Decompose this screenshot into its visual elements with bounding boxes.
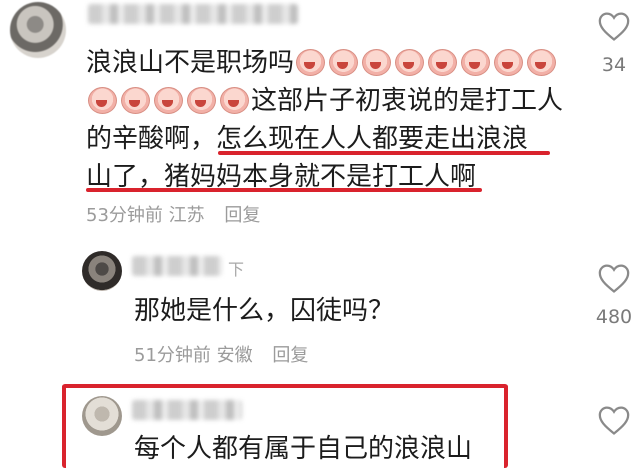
crying-face-emoji-icon [426, 46, 458, 76]
crying-face-emoji-icon [393, 46, 425, 76]
crying-face-emoji-icon [294, 46, 326, 76]
highlight-underline [218, 151, 550, 155]
avatar[interactable] [10, 2, 66, 58]
heart-outline-icon[interactable] [597, 404, 631, 436]
username-blurred[interactable] [132, 256, 222, 276]
heart-outline-icon[interactable] [597, 10, 631, 42]
emoji-group [86, 86, 251, 116]
crying-face-emoji-icon [459, 46, 491, 76]
crying-face-emoji-icon [327, 46, 359, 76]
crying-face-emoji-icon [86, 84, 118, 114]
avatar[interactable] [82, 251, 122, 291]
crying-face-emoji-icon [152, 84, 184, 114]
comment-text: 那她是什么，囚徒吗？ [134, 296, 395, 326]
reply-button[interactable]: 回复 [272, 345, 308, 366]
heart-outline-icon[interactable] [597, 262, 631, 294]
crying-face-emoji-icon [492, 46, 524, 76]
location: 安徽 [216, 345, 253, 366]
emoji-group [294, 48, 558, 78]
highlight-underline [86, 188, 482, 192]
comment-meta: 51分钟前 安徽 回复 [134, 341, 308, 367]
comment-text-line-2: 这部片子初衷说的是打工人 [86, 82, 563, 120]
comment-text-line-1: 浪浪山不是职场吗 [86, 44, 558, 82]
like-count: 480 [595, 306, 633, 328]
crying-face-emoji-icon [119, 84, 151, 114]
like-count: 34 [601, 54, 627, 76]
comment-text: 这部片子初衷说的是打工人 [251, 86, 564, 116]
timestamp: 51分钟前 [134, 345, 211, 366]
crying-face-emoji-icon [525, 46, 557, 76]
comment-text: 每个人都有属于自己的浪浪山 [134, 434, 473, 464]
timestamp: 53分钟前 [86, 205, 163, 226]
username-blurred[interactable] [132, 400, 242, 420]
username-blurred[interactable] [88, 4, 298, 24]
reply-button[interactable]: 回复 [224, 205, 260, 226]
comment-meta: 53分钟前 江苏 回复 [86, 201, 260, 227]
crying-face-emoji-icon [218, 84, 250, 114]
username-suffix: 下 [228, 260, 245, 279]
location: 江苏 [168, 205, 205, 226]
crying-face-emoji-icon [360, 46, 392, 76]
comment-text: 浪浪山不是职场吗 [86, 48, 295, 78]
avatar[interactable] [82, 396, 122, 436]
crying-face-emoji-icon [185, 84, 217, 114]
